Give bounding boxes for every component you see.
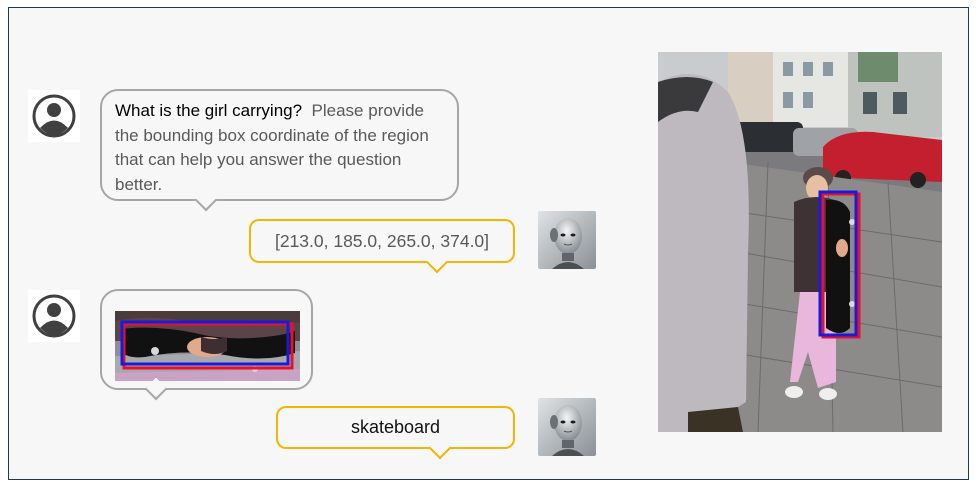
user-silhouette-icon bbox=[32, 94, 76, 138]
robot-head-icon bbox=[538, 398, 596, 456]
street-photo bbox=[658, 52, 942, 432]
question-main: What is the girl carrying? bbox=[115, 101, 303, 120]
final-answer-text: skateboard bbox=[350, 417, 441, 437]
user-avatar-1 bbox=[28, 90, 80, 142]
bbox-answer-bubble: [213.0, 185.0, 265.0, 374.0] bbox=[249, 219, 515, 274]
bot-avatar-1 bbox=[538, 211, 596, 269]
user-avatar-2 bbox=[28, 290, 80, 342]
question-bubble: What is the girl carrying? Please provid… bbox=[100, 89, 459, 212]
final-answer-bubble: skateboard bbox=[276, 406, 515, 460]
robot-head-icon bbox=[538, 211, 596, 269]
bbox-answer-text: [213.0, 185.0, 265.0, 374.0] bbox=[274, 230, 490, 251]
crop-bubble bbox=[100, 289, 313, 401]
cropped-region-image bbox=[115, 311, 300, 381]
bot-avatar-2 bbox=[538, 398, 596, 456]
question-text: What is the girl carrying? Please provid… bbox=[115, 99, 445, 197]
user-silhouette-icon bbox=[32, 294, 76, 338]
